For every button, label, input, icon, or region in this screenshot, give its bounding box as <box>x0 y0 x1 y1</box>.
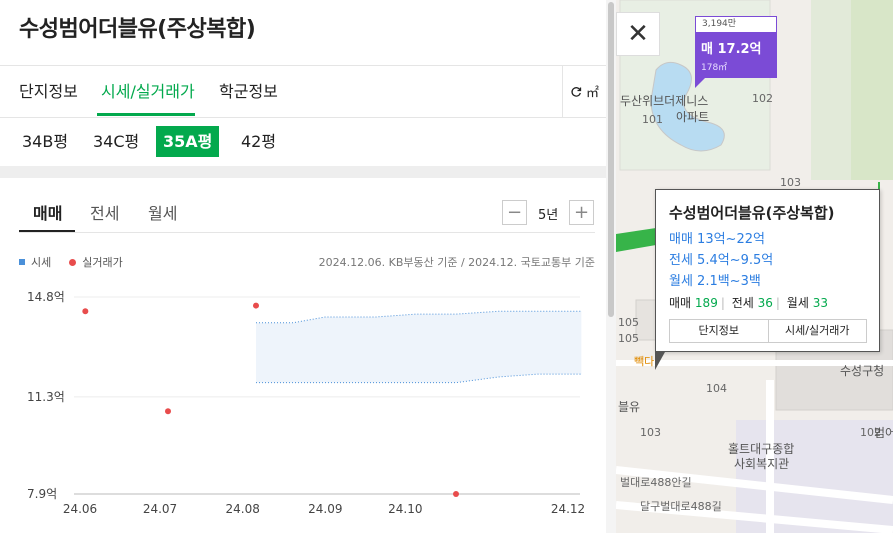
card-listing-counts: 매매 189 | 전세 36 | 월세 33 <box>669 296 828 310</box>
y-tick-label: 7.9억 <box>27 487 57 501</box>
map-label: 빽다 <box>634 355 655 368</box>
panel-scrollbar[interactable] <box>606 0 616 533</box>
tab-school[interactable]: 학군정보 <box>219 78 278 102</box>
card-sale-range: 매매 13억~22억 <box>669 232 765 247</box>
map-label: 수성구청 <box>840 364 885 378</box>
tab-price[interactable]: 시세/실거래가 <box>101 78 195 102</box>
map-label: 블유 <box>618 400 641 414</box>
map-label: 103 <box>780 176 801 189</box>
map-label: 달구벌대로488길 <box>640 500 722 513</box>
map-label: 102 <box>752 92 773 105</box>
pyeong-34c[interactable]: 34C평 <box>86 126 146 157</box>
map-label: 벌대로488안길 <box>620 476 692 489</box>
y-tick-label: 14.8억 <box>27 290 65 304</box>
x-tick-label: 24.09 <box>308 502 342 516</box>
divider <box>19 232 595 233</box>
card-complex-info-button[interactable]: 단지정보 <box>670 320 768 342</box>
x-tick-label: 24.10 <box>388 502 422 516</box>
card-title: 수성범어더블유(주상복합) <box>669 204 835 222</box>
jeonse-count-label: 전세 <box>731 296 754 310</box>
price-marker[interactable]: 3,194만 매 17.2억 178㎡ <box>695 16 777 88</box>
x-tick-label: 24.12 <box>551 502 585 516</box>
active-tab-underline <box>97 113 195 116</box>
unit-toggle-button[interactable]: ㎡ <box>562 66 606 117</box>
map-label: 아파트 <box>676 110 710 124</box>
map-label: 사회복지관 <box>734 457 790 471</box>
page-title: 수성범어더블유(주상복합) <box>19 17 256 42</box>
data-source-note: 2024.12.06. KB부동산 기준 / 2024.12. 국토교통부 기준 <box>318 256 595 269</box>
x-tick-label: 24.08 <box>225 502 259 516</box>
trade-tab-monthly[interactable]: 월세 <box>148 200 177 224</box>
trade-tab-sale[interactable]: 매매 <box>33 200 62 224</box>
trade-point <box>82 308 89 315</box>
close-button[interactable]: ✕ <box>616 12 660 56</box>
card-price-button[interactable]: 시세/실거래가 <box>767 320 866 342</box>
close-icon: ✕ <box>627 19 649 49</box>
pyeong-34b[interactable]: 34B평 <box>15 126 75 157</box>
map-label: 101 <box>642 113 663 126</box>
trade-tab-jeonse[interactable]: 전세 <box>90 200 119 224</box>
price-chart: 14.8억 11.3억 7.9억 24.06 24.07 24.08 24.09 24.10 2… <box>27 290 585 516</box>
card-button-group: 단지정보 시세/실거래가 <box>669 319 867 343</box>
card-monthly-range: 월세 2.1백~3백 <box>669 274 761 289</box>
actual-dot-icon <box>69 258 77 266</box>
jeonse-count: 36 <box>757 296 773 310</box>
sale-count-label: 매매 <box>669 296 692 310</box>
refresh-icon <box>571 86 582 97</box>
legend-market: 시세 <box>31 256 52 269</box>
map-label: 104 <box>706 382 727 395</box>
map-label: 105 <box>618 332 639 345</box>
divider <box>0 117 606 118</box>
legend-actual: 실거래가 <box>82 256 123 269</box>
marker-area: 178㎡ <box>701 63 728 73</box>
y-tick-label: 11.3억 <box>27 390 65 404</box>
period-increase-button[interactable]: + <box>569 200 594 225</box>
sale-count: 189 <box>694 296 718 310</box>
monthly-count: 33 <box>812 296 828 310</box>
x-tick-label: 24.06 <box>63 502 97 516</box>
marker-price: 매 17.2억 <box>701 42 762 57</box>
section-separator <box>0 166 606 178</box>
chart-legend: 시세 실거래가 <box>19 254 123 270</box>
marker-tail <box>695 78 705 88</box>
pyeong-35a[interactable]: 35A평 <box>156 126 220 157</box>
divider <box>0 65 606 66</box>
period-decrease-button[interactable]: − <box>502 200 527 225</box>
trade-point <box>165 408 171 415</box>
card-tail <box>655 352 665 370</box>
trade-point <box>253 302 259 309</box>
marker-body: 매 17.2억 178㎡ <box>695 32 777 78</box>
map-label: 105 <box>618 316 639 329</box>
monthly-count-label: 월세 <box>786 296 809 310</box>
marker-unit-price: 3,194만 <box>695 16 777 32</box>
pyeong-42[interactable]: 42평 <box>234 126 283 157</box>
unit-label: ㎡ <box>585 86 599 101</box>
tab-complex-info[interactable]: 단지정보 <box>19 78 78 102</box>
detail-panel: 수성범어더블유(주상복합) 단지정보 시세/실거래가 학군정보 ㎡ 34B평 3… <box>0 0 616 533</box>
market-price-band <box>256 311 582 383</box>
map-label: 103 <box>640 426 661 439</box>
period-value: 5년 <box>538 208 559 223</box>
map-label: 두산위브더제니스 <box>620 94 709 108</box>
complex-info-card: 수성범어더블유(주상복합) 매매 13억~22억 전세 5.4억~9.5억 월세… <box>655 189 880 352</box>
market-swatch-icon <box>19 259 25 265</box>
x-tick-label: 24.07 <box>143 502 177 516</box>
map-label: 범어 <box>874 426 893 440</box>
trade-point <box>453 491 459 497</box>
card-jeonse-range: 전세 5.4억~9.5억 <box>669 253 774 268</box>
scrollbar-thumb[interactable] <box>608 2 614 317</box>
